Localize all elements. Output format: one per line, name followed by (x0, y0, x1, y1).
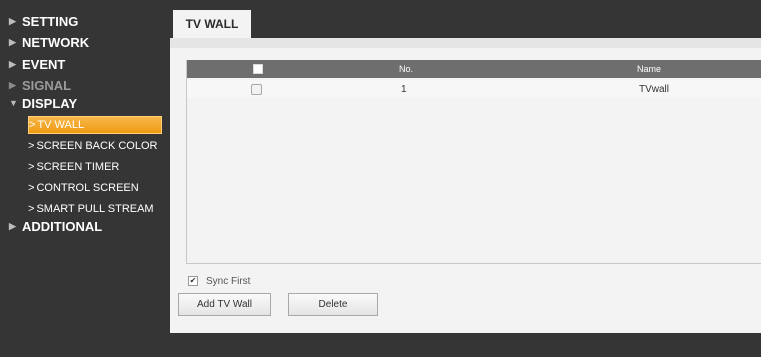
sub-item-screen-timer[interactable]: > SCREEN TIMER (28, 158, 166, 175)
sidebar: ▶ SETTING ▶ NETWORK ▶ EVENT ▶ SIGNAL ▼ D… (0, 0, 168, 357)
table-header: No. Name (187, 60, 761, 78)
nav-event[interactable]: ▶ EVENT (0, 56, 168, 73)
cell-name: TVwall (639, 83, 670, 95)
sync-first[interactable]: ✔ Sync First (188, 274, 250, 288)
main-panel: TV WALL No. Name 1 TVwall ✔ Sync First A… (170, 10, 761, 333)
tab-strip (170, 38, 761, 48)
nav-setting[interactable]: ▶ SETTING (0, 13, 168, 30)
sub-item-label: SCREEN BACK COLOR (36, 139, 158, 152)
select-all-checkbox[interactable] (253, 64, 263, 74)
sync-first-label: Sync First (206, 275, 251, 287)
nav-label: SETTING (22, 14, 79, 29)
nav-network[interactable]: ▶ NETWORK (0, 34, 168, 51)
table-row[interactable]: 1 TVwall (187, 80, 761, 98)
chevron-right-icon: > (28, 202, 35, 215)
sub-item-smart-pull-stream[interactable]: > SMART PULL STREAM (28, 200, 166, 217)
triangle-right-icon: ▶ (9, 16, 16, 26)
nav-label: DISPLAY (22, 96, 78, 111)
chevron-right-icon: > (28, 181, 35, 194)
nav-display[interactable]: ▼ DISPLAY (0, 95, 168, 112)
triangle-right-icon: ▶ (9, 59, 16, 69)
chevron-right-icon: > (28, 160, 35, 173)
sync-first-checkbox[interactable]: ✔ (188, 276, 198, 286)
sub-item-label: CONTROL SCREEN (36, 181, 139, 194)
chevron-right-icon: > (29, 119, 36, 131)
nav-signal[interactable]: ▶ SIGNAL (0, 77, 168, 94)
sub-item-label: SCREEN TIMER (36, 160, 120, 173)
sub-item-control-screen[interactable]: > CONTROL SCREEN (28, 179, 166, 196)
header-name: Name (637, 64, 662, 74)
tv-wall-table: No. Name 1 TVwall (186, 60, 761, 264)
triangle-down-icon: ▼ (9, 98, 18, 108)
delete-button[interactable]: Delete (288, 293, 378, 316)
sub-item-screen-back-color[interactable]: > SCREEN BACK COLOR (28, 137, 166, 154)
sub-item-label: SMART PULL STREAM (36, 202, 154, 215)
nav-label: SIGNAL (22, 78, 72, 93)
nav-label: EVENT (22, 57, 66, 72)
chevron-right-icon: > (28, 139, 35, 152)
triangle-right-icon: ▶ (9, 221, 16, 231)
nav-label: NETWORK (22, 35, 90, 50)
cell-no: 1 (401, 83, 407, 95)
sub-item-tv-wall[interactable]: > TV WALL (28, 116, 162, 134)
triangle-right-icon: ▶ (9, 37, 16, 47)
tab-tv-wall[interactable]: TV WALL (173, 10, 251, 38)
tab-bar: TV WALL (170, 10, 761, 38)
triangle-right-icon: ▶ (9, 80, 16, 90)
nav-additional[interactable]: ▶ ADDITIONAL (0, 218, 168, 235)
header-no: No. (399, 64, 414, 74)
row-checkbox[interactable] (251, 84, 262, 95)
sub-item-label: TV WALL (37, 119, 85, 131)
nav-label: ADDITIONAL (22, 219, 103, 234)
add-tv-wall-button[interactable]: Add TV Wall (178, 293, 271, 316)
